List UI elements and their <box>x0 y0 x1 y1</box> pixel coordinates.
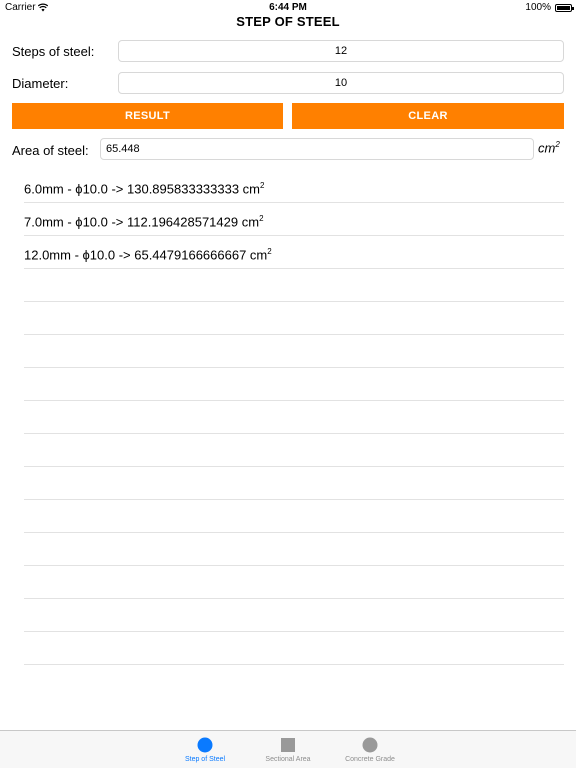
unit-base: cm <box>538 140 556 156</box>
tab-label: Concrete Grade <box>345 756 395 763</box>
list-item-text: 6.0mm - ϕ10.0 -> 130.895833333333 cm <box>24 181 261 197</box>
list-item-text: 12.0mm - ϕ10.0 -> 65.4479166666667 cm <box>24 247 268 263</box>
list-item[interactable]: 6.0mm - ϕ10.0 -> 130.895833333333 cm2 <box>24 170 564 203</box>
empty-row <box>24 467 564 500</box>
unit-label: cm2 <box>538 140 560 155</box>
clear-button[interactable]: CLEAR <box>292 103 564 129</box>
battery-icon <box>555 4 574 12</box>
empty-row <box>24 632 564 665</box>
results-list[interactable]: 6.0mm - ϕ10.0 -> 130.895833333333 cm2 7.… <box>24 170 564 665</box>
tab-label: Step of Steel <box>184 756 226 763</box>
list-item[interactable]: 7.0mm - ϕ10.0 -> 112.196428571429 cm2 <box>24 203 564 236</box>
empty-row <box>24 566 564 599</box>
empty-row <box>24 599 564 632</box>
area-output-field[interactable]: 65.448 <box>100 138 534 160</box>
empty-row <box>24 401 564 434</box>
unit-exponent: 2 <box>555 140 560 149</box>
list-item-exponent: 2 <box>267 247 272 256</box>
square-icon <box>281 738 295 752</box>
empty-row <box>24 368 564 401</box>
steps-input[interactable]: 12 <box>118 40 564 62</box>
list-item[interactable]: 12.0mm - ϕ10.0 -> 65.4479166666667 cm2 <box>24 236 564 269</box>
tab-sectional-area[interactable]: Sectional Area <box>248 731 328 769</box>
tab-step-of-steel[interactable]: Step of Steel <box>165 731 245 769</box>
result-button[interactable]: RESULT <box>12 103 283 129</box>
empty-row <box>24 335 564 368</box>
empty-row <box>24 269 564 302</box>
page-title: STEP OF STEEL <box>236 14 340 29</box>
empty-row <box>24 434 564 467</box>
tab-concrete-grade[interactable]: Concrete Grade <box>330 731 410 769</box>
diameter-input[interactable]: 10 <box>118 72 564 94</box>
list-item-exponent: 2 <box>259 214 264 223</box>
steps-label: Steps of steel: <box>12 44 95 59</box>
circle-icon <box>362 737 378 753</box>
diameter-label: Diameter: <box>12 76 69 91</box>
tab-label: Sectional Area <box>265 756 311 763</box>
circle-icon <box>197 737 213 753</box>
area-label: Area of steel: <box>12 143 89 158</box>
empty-row <box>24 302 564 335</box>
tab-bar: Step of Steel Sectional Area Concrete Gr… <box>0 730 576 768</box>
empty-row <box>24 500 564 533</box>
list-item-exponent: 2 <box>260 181 265 190</box>
list-item-text: 7.0mm - ϕ10.0 -> 112.196428571429 cm <box>24 214 260 230</box>
empty-row <box>24 533 564 566</box>
